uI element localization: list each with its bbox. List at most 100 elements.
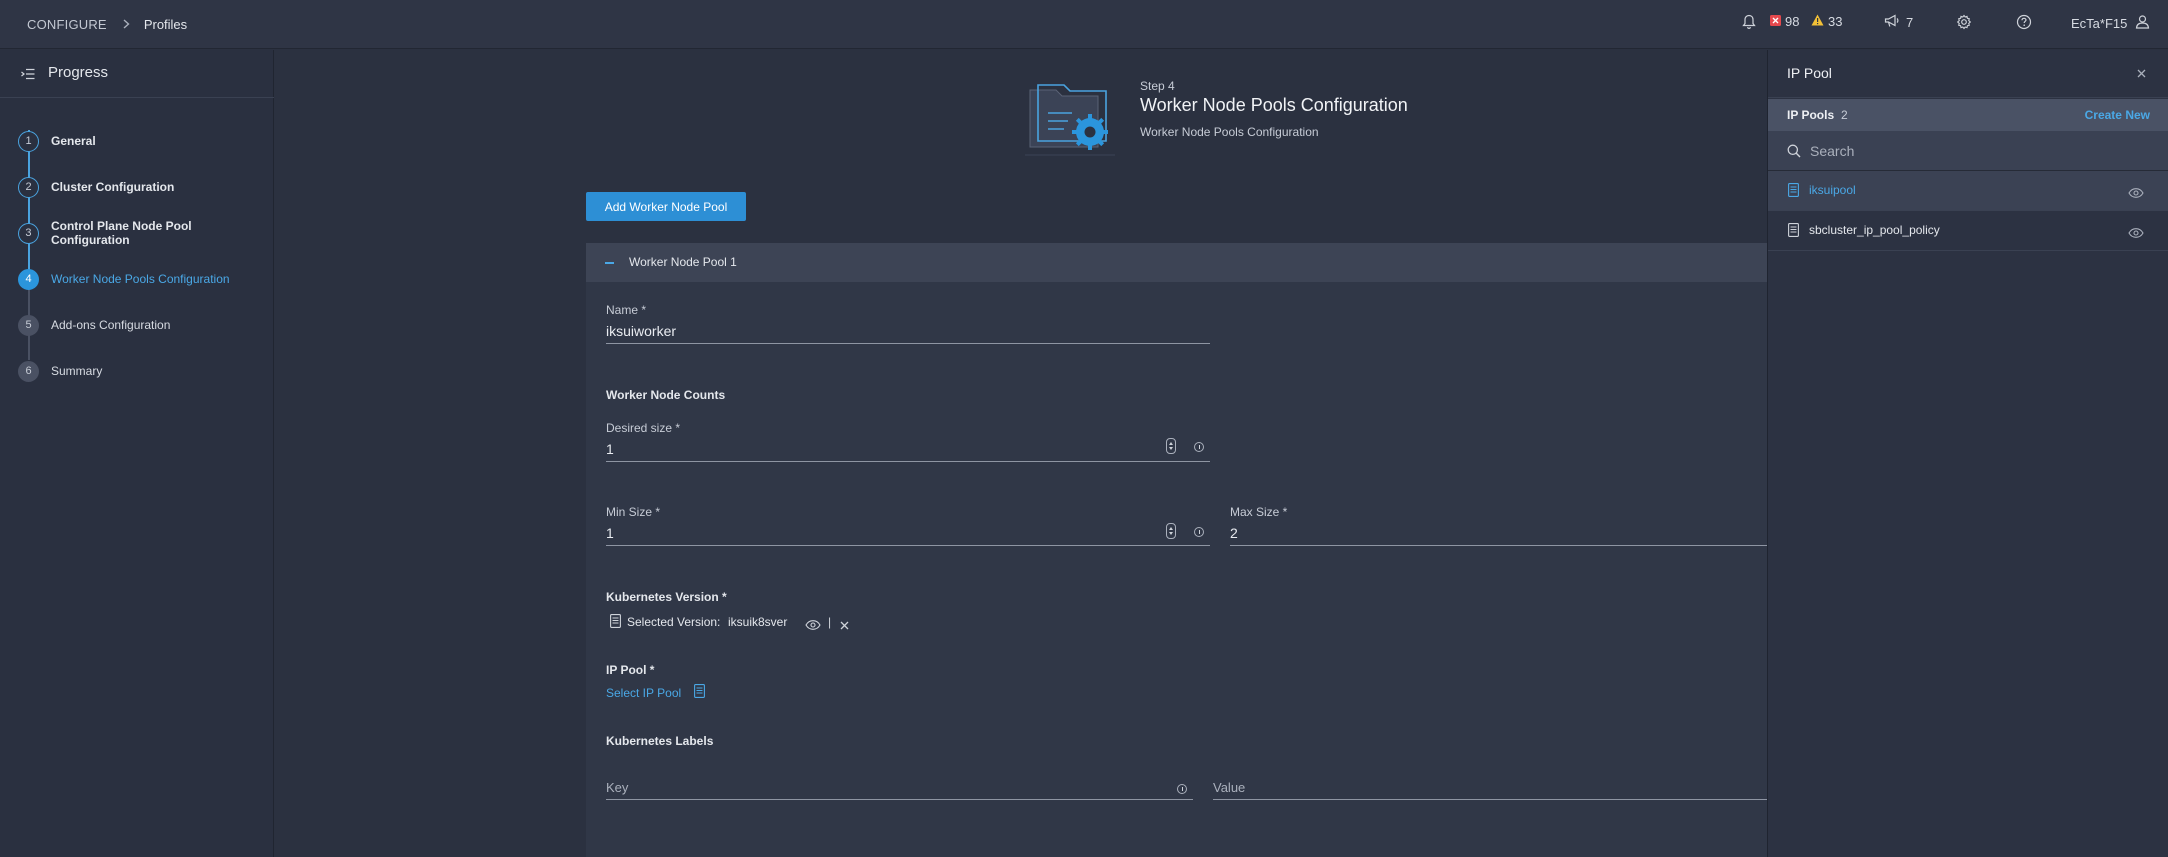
- min-size-label: Min Size *: [606, 505, 661, 519]
- settings-button[interactable]: [1956, 14, 1972, 33]
- drawer-header: IP Pool: [1768, 50, 2168, 98]
- step-label: Worker Node Pools Configuration: [51, 272, 230, 286]
- max-size-underline: [1230, 545, 1767, 546]
- step-add-ons-configuration[interactable]: 5 Add-ons Configuration: [18, 314, 170, 336]
- collapse-icon[interactable]: [605, 262, 614, 264]
- breadcrumb-profiles: Profiles: [143, 17, 188, 32]
- kubernetes-version-title: Kubernetes Version *: [606, 590, 727, 604]
- min-size-stepper[interactable]: [1166, 523, 1176, 539]
- critical-count: 98: [1785, 14, 1800, 29]
- warning-alarms-button[interactable]: 33: [1811, 14, 1842, 29]
- notifications-button[interactable]: [1742, 14, 1756, 33]
- user-name: EcTa*F15: [2071, 15, 2128, 31]
- step-label: Summary: [51, 364, 103, 378]
- ip-pool-title: IP Pool *: [606, 663, 655, 677]
- desired-size-label: Desired size *: [606, 421, 681, 435]
- step-worker-node-pools[interactable]: 4 Worker Node Pools Configuration: [18, 268, 230, 290]
- label-key-info-icon[interactable]: [1177, 784, 1187, 794]
- document-icon[interactable]: [694, 684, 705, 703]
- chevron-right-icon: [123, 17, 130, 32]
- version-divider: |: [828, 615, 832, 629]
- label-key-input[interactable]: Key: [606, 780, 628, 795]
- label-value-underline: [1213, 799, 1767, 800]
- desired-size-info-icon[interactable]: [1194, 442, 1204, 452]
- page-title: Worker Node Pools Configuration: [1140, 95, 1408, 115]
- desired-size-input[interactable]: 1: [606, 441, 614, 457]
- step-number: 6: [18, 360, 39, 382]
- step-indicator: Step 4: [1140, 79, 1175, 93]
- warning-count: 33: [1828, 14, 1843, 29]
- worker-node-counts-title: Worker Node Counts: [606, 388, 726, 402]
- search-icon: [1787, 144, 1801, 163]
- worker-node-pool-title: Worker Node Pool 1: [629, 255, 737, 269]
- help-button[interactable]: [2016, 14, 2032, 33]
- list-collapse-icon[interactable]: [21, 67, 35, 85]
- close-icon[interactable]: [840, 617, 849, 635]
- step-control-plane-node-pool[interactable]: 3 Control Plane Node Pool Configuration: [18, 219, 273, 247]
- name-underline: [606, 343, 1210, 344]
- ip-pool-name: iksuipool: [1809, 183, 1856, 197]
- desired-size-stepper[interactable]: [1166, 438, 1176, 454]
- name-input[interactable]: iksuiworker: [606, 323, 676, 339]
- breadcrumb: CONFIGURE Profiles: [27, 17, 187, 32]
- help-icon: [2016, 14, 2032, 33]
- kubernetes-labels-title: Kubernetes Labels: [606, 734, 714, 748]
- add-worker-node-pool-button[interactable]: Add Worker Node Pool: [586, 192, 746, 221]
- min-size-info-icon[interactable]: [1194, 527, 1204, 537]
- warning-icon: [1811, 14, 1824, 29]
- announcements-button[interactable]: 7: [1884, 14, 1913, 31]
- eye-icon[interactable]: [805, 617, 821, 635]
- step-number: 2: [18, 176, 39, 198]
- step-label: Cluster Configuration: [51, 180, 175, 194]
- worker-node-pool-panel: Worker Node Pool 1 Name * iksuiworker Wo…: [586, 243, 1767, 857]
- eye-icon[interactable]: [2128, 185, 2144, 203]
- progress-panel: Progress 1 General 2 Cluster Configurati…: [0, 50, 274, 857]
- create-new-link[interactable]: Create New: [2085, 108, 2150, 122]
- min-size-input[interactable]: 1: [606, 525, 614, 541]
- main-content: Step 4 Worker Node Pools Configuration W…: [275, 50, 1767, 857]
- top-header: CONFIGURE Profiles 98 33 7 EcTa*F15: [0, 0, 2168, 49]
- breadcrumb-configure[interactable]: CONFIGURE: [27, 17, 107, 32]
- ip-pool-name: sbcluster_ip_pool_policy: [1809, 223, 1940, 237]
- page-subtitle: Worker Node Pools Configuration: [1140, 125, 1319, 139]
- close-icon[interactable]: [2137, 65, 2146, 81]
- step-summary[interactable]: 6 Summary: [18, 360, 102, 382]
- max-size-input[interactable]: 2: [1230, 525, 1238, 541]
- megaphone-icon: [1884, 14, 1900, 31]
- selected-version-value: iksuik8sver: [728, 615, 788, 629]
- announcement-count: 7: [1906, 15, 1914, 30]
- critical-icon: [1770, 14, 1781, 29]
- select-ip-pool-link[interactable]: Select IP Pool: [606, 686, 681, 700]
- ip-pool-item[interactable]: sbcluster_ip_pool_policy: [1768, 211, 2168, 251]
- min-size-underline: [606, 545, 1210, 546]
- step-number: 1: [18, 130, 39, 152]
- gear-icon: [1956, 14, 1972, 33]
- user-icon: [2135, 14, 2150, 32]
- drawer-search: [1768, 131, 2168, 171]
- progress-header: Progress: [0, 50, 274, 98]
- document-icon: [610, 614, 621, 633]
- label-key-underline: [606, 799, 1193, 800]
- desired-size-underline: [606, 461, 1210, 462]
- bell-icon: [1742, 14, 1756, 33]
- drawer-title: IP Pool: [1787, 65, 1832, 81]
- label-value-input[interactable]: Value: [1213, 780, 1245, 795]
- user-menu[interactable]: EcTa*F15: [2071, 14, 2150, 32]
- step-label: Control Plane Node Pool Configuration: [50, 219, 192, 247]
- ip-pools-bar: IP Pools 2 Create New: [1768, 99, 2168, 131]
- folder-gear-icon: [1020, 75, 1130, 170]
- ip-pools-count: 2: [1841, 108, 1848, 122]
- name-label: Name *: [606, 303, 647, 317]
- progress-title: Progress: [48, 64, 109, 81]
- step-cluster-configuration[interactable]: 2 Cluster Configuration: [18, 176, 174, 198]
- ip-pool-item[interactable]: iksuipool: [1768, 171, 2168, 211]
- ip-pool-drawer: IP Pool IP Pools 2 Create New iksuipool …: [1767, 50, 2168, 857]
- max-size-label: Max Size *: [1230, 505, 1288, 519]
- critical-alarms-button[interactable]: 98: [1770, 14, 1799, 29]
- step-general[interactable]: 1 General: [18, 130, 96, 152]
- worker-node-pool-header[interactable]: Worker Node Pool 1: [586, 243, 1767, 282]
- eye-icon[interactable]: [2128, 225, 2144, 243]
- search-input[interactable]: [1810, 140, 2130, 162]
- step-number: 3: [18, 222, 39, 244]
- selected-version-label: Selected Version:: [627, 615, 721, 629]
